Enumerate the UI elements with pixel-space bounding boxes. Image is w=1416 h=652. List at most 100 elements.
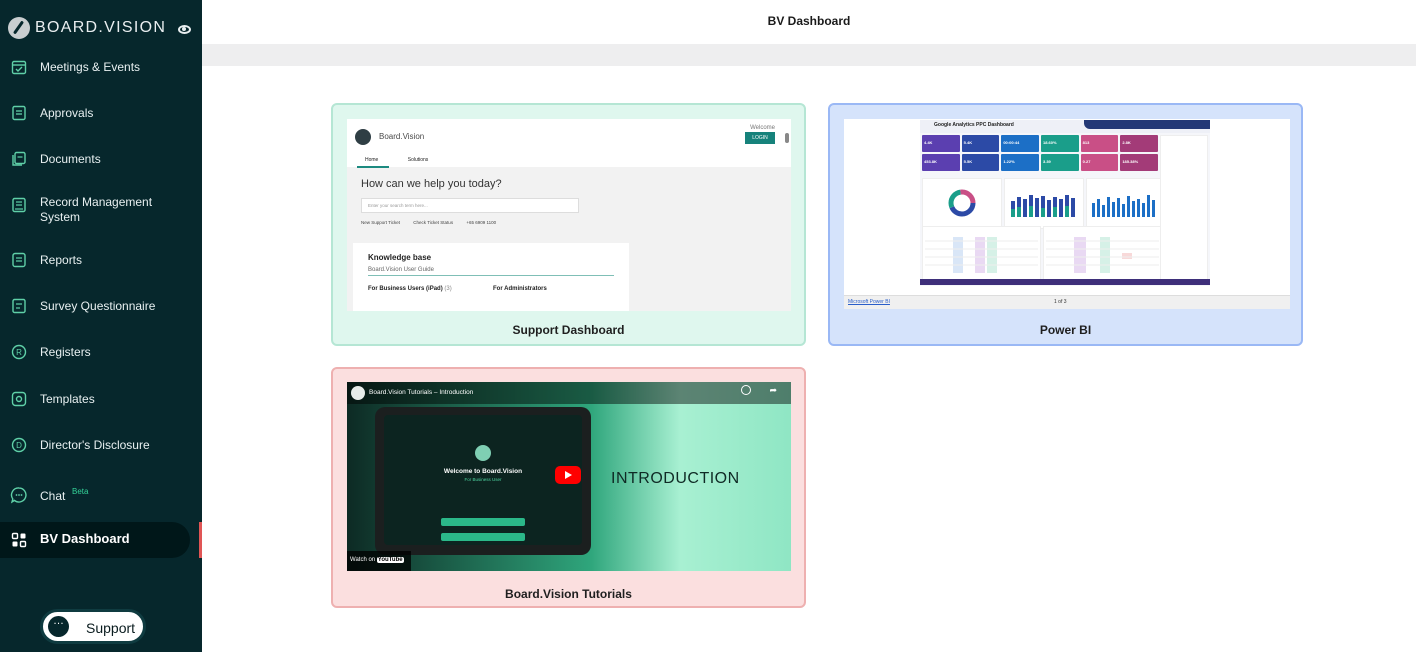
chat-icon (10, 486, 28, 504)
pbi-filters-panel[interactable] (1160, 135, 1208, 280)
pbi-kpi: 00:00:44 (1001, 135, 1039, 152)
sidebar-item-meetings[interactable]: Meetings & Events (0, 56, 190, 78)
pbi-footer-strip (920, 279, 1210, 285)
sidebar-item-registers[interactable]: R Registers (0, 341, 190, 363)
preview-link-ticket-status[interactable]: Check Ticket Status (413, 220, 453, 225)
pbi-tables (922, 226, 1162, 283)
watch-on-label: Watch on (350, 557, 376, 563)
preview-tab-solutions[interactable]: Solutions (408, 157, 429, 163)
pbi-charts (922, 178, 1166, 229)
sidebar-item-record-management[interactable]: Record Management System (0, 193, 190, 227)
sidebar-item-label: Chat (40, 489, 66, 503)
video-intro-text: INTRODUCTION (611, 470, 740, 487)
sidebar-item-survey[interactable]: Survey Questionnaire (0, 295, 190, 317)
calendar-check-icon (10, 58, 28, 76)
sidebar-item-label: Record Management System (40, 195, 153, 224)
svg-text:R: R (16, 348, 22, 357)
preview-heading: How can we help you today? (361, 178, 502, 190)
share-icon[interactable]: ➦ (769, 385, 777, 396)
channel-avatar[interactable] (351, 386, 365, 400)
pbi-donut-chart (922, 178, 1002, 229)
tutorials-card[interactable]: Board.Vision Tutorials – Introduction ➦ … (331, 367, 806, 608)
approval-doc-icon (10, 104, 28, 122)
kb-administrators[interactable]: For Administrators (493, 286, 547, 292)
pbi-kpi: 5.4K (961, 135, 1000, 152)
play-button-icon[interactable] (555, 466, 581, 484)
preview-link-new-ticket[interactable]: New Support Ticket (361, 220, 400, 225)
sidebar-item-label: Reports (40, 253, 83, 267)
sidebar-item-templates[interactable]: Templates (0, 388, 190, 410)
pbi-microsoft-link[interactable]: Microsoft Power BI (848, 299, 890, 305)
preview-link-phone[interactable]: +65 6909 1100 (466, 220, 496, 225)
watch-on-youtube[interactable]: Watch on YouTube (347, 551, 411, 571)
kb-guide[interactable]: Board.Vision User Guide (368, 267, 614, 276)
support-button[interactable]: Support (40, 609, 146, 644)
preview-welcome: Welcome (750, 125, 775, 131)
preview-search-input[interactable]: Enter your search term here... (361, 198, 579, 213)
brand[interactable]: BOARD.VISION (8, 17, 166, 39)
board-vision-logo-icon (8, 17, 30, 39)
preview-login-button[interactable]: LOGIN (745, 132, 775, 144)
sidebar: BOARD.VISION Meetings & Events Approvals… (0, 0, 202, 652)
pbi-kpi: 185.38% (1120, 154, 1158, 171)
preview-header: Board.Vision Welcome LOGIN Home Solution… (347, 119, 791, 168)
pbi-pager[interactable]: 1 of 3 (1054, 299, 1067, 305)
preview-scrollbar[interactable] (785, 133, 789, 143)
board-vision-logo-icon (355, 129, 371, 145)
templates-icon (10, 390, 28, 408)
preview-knowledge-base: Knowledge base Board.Vision User Guide F… (353, 243, 629, 311)
pbi-tab-bar[interactable] (1084, 120, 1210, 129)
support-dashboard-title: Support Dashboard (512, 323, 625, 337)
kb-title: Knowledge base (368, 253, 432, 262)
sidebar-item-reports[interactable]: Reports (0, 249, 190, 271)
sidebar-item-directors-disclosure[interactable]: D Director's Disclosure (0, 434, 190, 456)
kb-business-users-count: (3) (444, 286, 452, 292)
preview-tabs: Home Solutions (365, 157, 456, 163)
pbi-kpi: 453.8K (922, 154, 960, 171)
pbi-table (922, 226, 1041, 283)
brand-name: BOARD.VISION (35, 19, 167, 36)
preview-tab-underline (357, 166, 389, 168)
sidebar-item-label: Documents (40, 152, 101, 166)
survey-icon (10, 297, 28, 315)
pbi-bar-chart (1004, 178, 1084, 229)
sidebar-item-label: Registers (40, 345, 91, 359)
sidebar-item-documents[interactable]: Documents (0, 148, 190, 170)
video-title[interactable]: Board.Vision Tutorials – Introduction (369, 389, 473, 396)
svg-text:D: D (16, 441, 22, 450)
sidebar-item-bv-dashboard[interactable]: BV Dashboard (0, 522, 190, 558)
tablet-welcome: Welcome to Board.Vision (443, 468, 523, 475)
tutorials-title: Board.Vision Tutorials (505, 587, 632, 601)
pbi-kpi: 18.60% (1041, 135, 1079, 152)
eye-toggle-icon[interactable] (178, 25, 191, 34)
clock-icon[interactable] (741, 385, 751, 395)
page-title: BV Dashboard (767, 14, 851, 28)
power-bi-preview[interactable]: Google Analytics PPC Dashboard 4.4K 5.4K… (844, 119, 1290, 309)
pbi-kpi: 1.22% (1001, 154, 1039, 171)
preview-tab-home[interactable]: Home (365, 157, 378, 163)
tablet-subtitle: For Business User (464, 477, 502, 482)
support-dashboard-card[interactable]: Board.Vision Welcome LOGIN Home Solution… (331, 103, 806, 346)
sidebar-item-approvals[interactable]: Approvals (0, 102, 190, 124)
preview-links: New Support Ticket Check Ticket Status +… (361, 220, 508, 225)
pbi-kpi: 5.5K (961, 154, 1000, 171)
disclosure-icon: D (10, 436, 28, 454)
pbi-dashboard: Google Analytics PPC Dashboard 4.4K 5.4K… (920, 120, 1210, 286)
preview-brand: Board.Vision (379, 132, 425, 141)
support-chat-icon (48, 615, 69, 637)
sidebar-item-label: Approvals (40, 106, 94, 120)
header-band (202, 44, 1416, 66)
tutorial-video-preview[interactable]: Board.Vision Tutorials – Introduction ➦ … (347, 382, 791, 571)
kb-business-users[interactable]: For Business Users (iPad) (3) (368, 286, 452, 292)
sidebar-item-chat[interactable]: Chat Beta (0, 484, 190, 506)
support-dashboard-preview[interactable]: Board.Vision Welcome LOGIN Home Solution… (347, 119, 791, 311)
documents-icon (10, 150, 28, 168)
beta-badge: Beta (72, 487, 89, 496)
pbi-kpi: 3.39 (1041, 154, 1079, 171)
record-management-icon (10, 196, 28, 214)
pbi-kpi: 4.4K (922, 135, 960, 152)
board-vision-logo-icon (475, 445, 491, 461)
pbi-kpi-grid: 4.4K 5.4K 00:00:44 18.60% 813 2.8K 453.8… (922, 135, 1158, 171)
youtube-logo-icon: YouTube (376, 557, 404, 563)
power-bi-card[interactable]: Google Analytics PPC Dashboard 4.4K 5.4K… (828, 103, 1303, 346)
